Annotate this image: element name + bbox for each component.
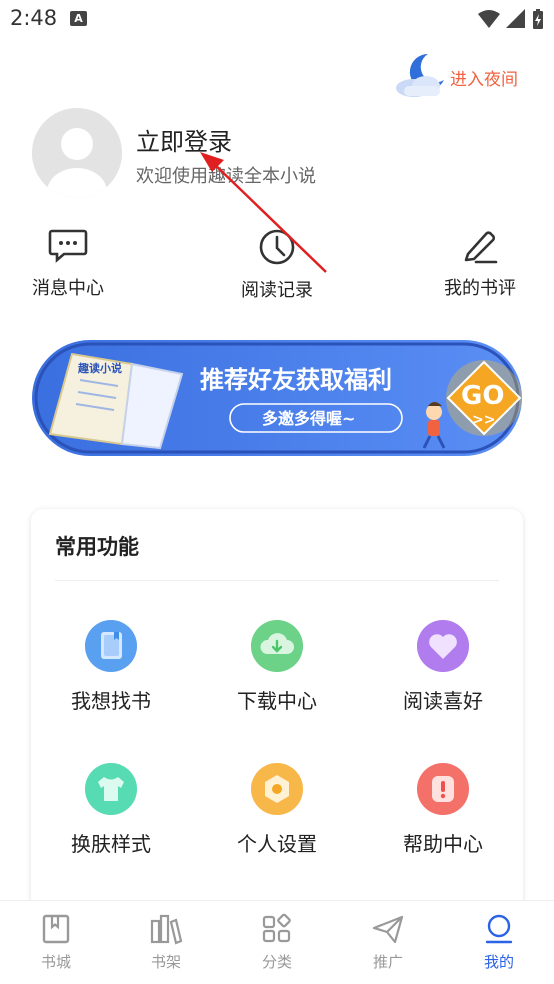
nav-promotion[interactable]: 推广 [348,913,428,972]
heart-icon [417,620,469,672]
notification-icon: A [70,11,87,26]
invite-friends-banner[interactable]: 趣读小说 推荐好友获取福利 多邀多得喔~ GO >> [32,336,524,460]
function-reading-preference[interactable]: 阅读喜好 [373,619,513,714]
go-badge: GO >> [446,360,522,436]
wifi-icon [478,10,500,28]
nav-label: 书城 [40,953,71,971]
user-icon [485,914,513,944]
bookshelf-icon [150,914,183,945]
book-icon [85,620,137,672]
send-icon [372,915,404,944]
help-icon [417,763,469,815]
status-icons [478,8,544,30]
quick-link-label: 阅读记录 [241,280,313,301]
card-title: 常用功能 [55,535,139,559]
pen-icon [464,231,498,264]
function-label: 换肤样式 [71,832,151,856]
function-label: 帮助中心 [403,832,483,856]
night-mode-button[interactable]: 进入夜间 [392,50,542,102]
moon-cloud-icon [396,53,444,97]
quick-link-label: 我的书评 [444,278,516,299]
function-download-center[interactable]: 下载中心 [207,619,347,714]
common-functions-card: 常用功能 我想找书 下载中心 阅读喜好 换肤样式 个人设置 帮助中心 [31,509,523,929]
nav-label: 我的 [483,953,514,971]
go-text: GO [461,381,504,411]
login-subtitle: 欢迎使用趣读全本小说 [136,166,316,187]
nav-bookshelf[interactable]: 书架 [126,913,206,972]
login-title[interactable]: 立即登录 [136,122,232,157]
book-label: 趣读小说 [77,361,122,375]
quick-link-history[interactable]: 阅读记录 [222,228,332,302]
nav-bookstore[interactable]: 书城 [16,913,96,972]
quick-link-reviews[interactable]: 我的书评 [425,228,535,300]
nav-label: 推广 [372,953,403,971]
shirt-icon [85,763,137,815]
settings-icon [251,763,303,815]
function-change-skin[interactable]: 换肤样式 [41,762,181,857]
function-label: 个人设置 [237,832,317,856]
status-bar: 2:48 A [0,0,554,40]
function-find-books[interactable]: 我想找书 [41,619,181,714]
battery-icon [533,9,543,29]
function-label: 下载中心 [237,689,317,713]
divider [55,580,499,581]
quick-link-label: 消息中心 [32,278,104,299]
avatar[interactable] [32,108,122,198]
banner-title: 推荐好友获取福利 [200,366,392,394]
status-time: 2:48 [10,6,58,30]
go-arrows: >> [472,412,495,428]
cloud-download-icon [251,620,303,672]
quick-link-messages[interactable]: 消息中心 [13,228,123,300]
nav-label: 书架 [150,953,181,971]
nav-label: 分类 [261,953,292,971]
bottom-navigation: 书城 书架 分类 推广 我的 [0,900,554,984]
bookstore-icon [42,914,70,944]
signal-icon [506,9,525,28]
function-label: 我想找书 [71,689,151,713]
function-personal-settings[interactable]: 个人设置 [207,762,347,857]
invite-banner-graphic: 趣读小说 推荐好友获取福利 多邀多得喔~ GO >> [32,340,522,456]
night-mode-label: 进入夜间 [450,70,518,90]
banner-subtitle: 多邀多得喔~ [262,409,355,428]
message-icon [48,229,88,263]
nav-mine[interactable]: 我的 [459,913,539,972]
nav-category[interactable]: 分类 [237,913,317,972]
category-icon [262,913,291,943]
function-label: 阅读喜好 [403,689,483,713]
default-avatar-icon [32,108,122,198]
clock-icon [259,229,295,265]
function-help-center[interactable]: 帮助中心 [373,762,513,857]
